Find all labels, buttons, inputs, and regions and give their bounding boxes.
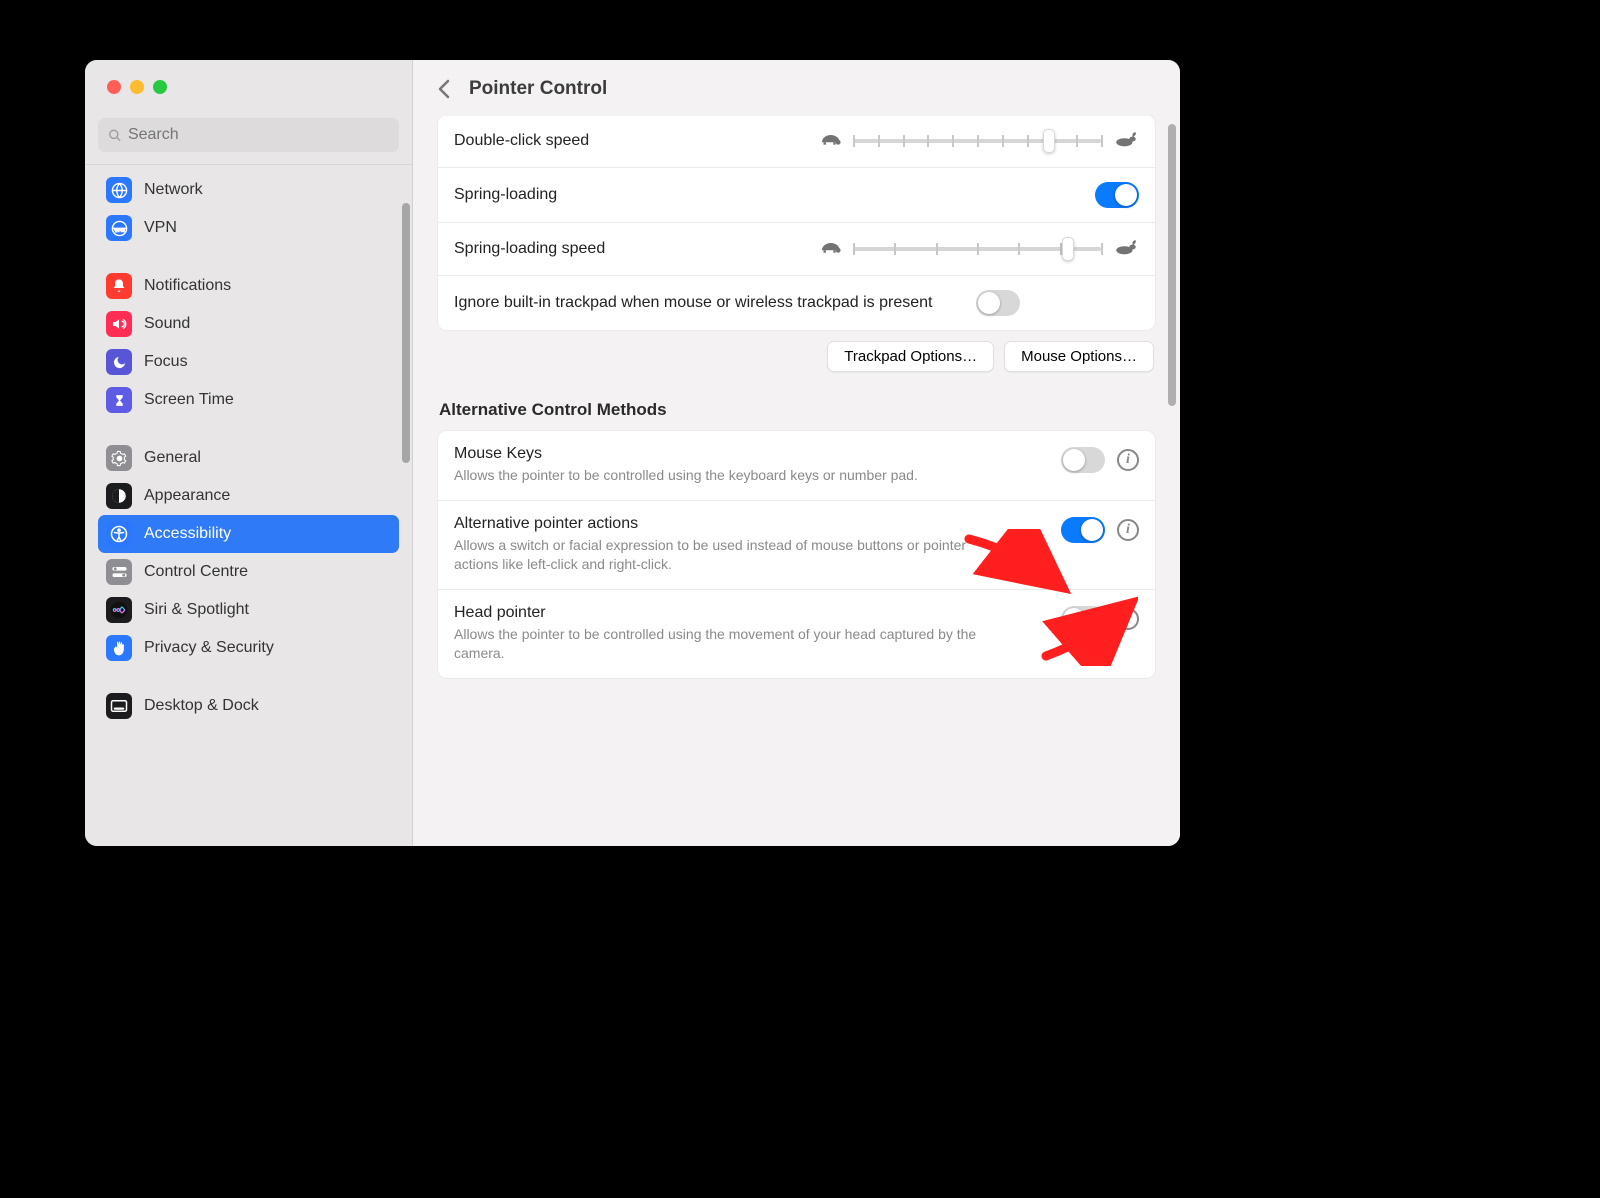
chevron-left-icon <box>437 79 451 99</box>
page-title: Pointer Control <box>469 78 607 100</box>
sidebar-item-desktopdock[interactable]: Desktop & Dock <box>98 687 399 725</box>
sidebar-item-network[interactable]: Network <box>98 171 399 209</box>
vpn-icon: VPN <box>106 215 132 241</box>
sidebar-item-label: Screen Time <box>144 391 234 409</box>
sidebar-item-siri[interactable]: Siri & Spotlight <box>98 591 399 629</box>
altpointer-label: Alternative pointer actions <box>454 515 1047 533</box>
double-click-speed-row: Double-click speed <box>438 116 1155 168</box>
sidebar-item-label: Focus <box>144 353 188 371</box>
mousekeys-toggle[interactable] <box>1061 447 1105 473</box>
mousekeys-description: Allows the pointer to be controlled usin… <box>454 466 994 486</box>
headpointer-label: Head pointer <box>454 604 1047 622</box>
trackpad-options-button[interactable]: Trackpad Options… <box>827 341 994 372</box>
sidebar-item-label: Notifications <box>144 277 231 295</box>
double-click-speed-slider[interactable] <box>853 129 1103 153</box>
sidebar-scroll: Network VPN VPN Notifications Sound Focus Scre… <box>85 164 412 846</box>
sidebar-item-privacy[interactable]: Privacy & Security <box>98 629 399 667</box>
sidebar-item-label: Control Centre <box>144 563 248 581</box>
hourglass-icon <box>106 387 132 413</box>
globe-icon <box>106 177 132 203</box>
main-scrollbar[interactable] <box>1168 124 1176 406</box>
sidebar-item-sound[interactable]: Sound <box>98 305 399 343</box>
sidebar-item-label: General <box>144 449 201 467</box>
dock-icon <box>106 693 132 719</box>
sidebar-item-label: Privacy & Security <box>144 639 274 657</box>
sidebar-item-screentime[interactable]: Screen Time <box>98 381 399 419</box>
rabbit-icon <box>1113 238 1139 261</box>
minimize-button[interactable] <box>130 80 144 94</box>
rabbit-icon <box>1113 130 1139 153</box>
sidebar: Network VPN VPN Notifications Sound Focus Scre… <box>85 60 413 846</box>
spring-loading-toggle[interactable] <box>1095 182 1139 208</box>
options-buttons-row: Trackpad Options… Mouse Options… <box>437 331 1156 372</box>
sidebar-item-label: Appearance <box>144 487 230 505</box>
mousekeys-label: Mouse Keys <box>454 445 1047 463</box>
siri-icon <box>106 597 132 623</box>
sidebar-item-label: Accessibility <box>144 525 231 543</box>
svg-text:VPN: VPN <box>114 227 125 233</box>
close-button[interactable] <box>107 80 121 94</box>
altpointer-row: Alternative pointer actions Allows a swit… <box>438 501 1155 590</box>
speaker-icon <box>106 311 132 337</box>
sidebar-item-label: Network <box>144 181 203 199</box>
search-field[interactable] <box>98 118 399 152</box>
headpointer-info-button[interactable]: i <box>1117 608 1139 630</box>
mousekeys-row: Mouse Keys Allows the pointer to be contr… <box>438 431 1155 501</box>
sidebar-item-controlcentre[interactable]: Control Centre <box>98 553 399 591</box>
spring-loading-speed-label: Spring-loading speed <box>454 240 805 258</box>
double-click-speed-slider-wrap <box>817 129 1139 153</box>
spring-loading-row: Spring-loading <box>438 168 1155 223</box>
sidebar-item-focus[interactable]: Focus <box>98 343 399 381</box>
spring-loading-speed-slider[interactable] <box>853 237 1103 261</box>
sidebar-scrollbar[interactable] <box>402 203 410 463</box>
altpointer-description: Allows a switch or facial expression to … <box>454 536 994 575</box>
spring-loading-label: Spring-loading <box>454 186 1083 204</box>
headpointer-toggle[interactable] <box>1061 606 1105 632</box>
headpointer-row: Head pointer Allows the pointer to be con… <box>438 590 1155 678</box>
sidebar-item-accessibility[interactable]: Accessibility <box>98 515 399 553</box>
back-button[interactable] <box>431 76 457 102</box>
main-content: Double-click speed <box>413 116 1180 846</box>
moon-icon <box>106 349 132 375</box>
accessibility-icon <box>106 521 132 547</box>
maximize-button[interactable] <box>153 80 167 94</box>
appearance-icon <box>106 483 132 509</box>
switches-icon <box>106 559 132 585</box>
search-icon <box>108 128 122 143</box>
sidebar-item-general[interactable]: General <box>98 439 399 477</box>
turtle-icon <box>817 130 843 153</box>
hand-icon <box>106 635 132 661</box>
spring-loading-speed-row: Spring-loading speed <box>438 223 1155 276</box>
mouse-options-button[interactable]: Mouse Options… <box>1004 341 1154 372</box>
ignore-trackpad-toggle[interactable] <box>976 290 1020 316</box>
ignore-trackpad-row: Ignore built-in trackpad when mouse or w… <box>438 276 1155 330</box>
sidebar-item-vpn[interactable]: VPN VPN <box>98 209 399 247</box>
mousekeys-info-button[interactable]: i <box>1117 449 1139 471</box>
main-panel: Pointer Control Double-click speed <box>413 60 1180 846</box>
bell-icon <box>106 273 132 299</box>
turtle-icon <box>817 238 843 261</box>
headpointer-description: Allows the pointer to be controlled usin… <box>454 625 994 664</box>
altpointer-info-button[interactable]: i <box>1117 519 1139 541</box>
alternative-methods-card: Mouse Keys Allows the pointer to be contr… <box>437 430 1156 679</box>
sidebar-item-label: Desktop & Dock <box>144 697 259 715</box>
spring-loading-speed-slider-wrap <box>817 237 1139 261</box>
window-controls <box>85 60 412 110</box>
alternative-methods-title: Alternative Control Methods <box>437 372 1156 430</box>
gear-icon <box>106 445 132 471</box>
ignore-trackpad-label: Ignore built-in trackpad when mouse or w… <box>454 294 964 312</box>
double-click-speed-label: Double-click speed <box>454 132 805 150</box>
sidebar-item-notifications[interactable]: Notifications <box>98 267 399 305</box>
system-settings-window: Network VPN VPN Notifications Sound Focus Scre… <box>85 60 1180 846</box>
altpointer-toggle[interactable] <box>1061 517 1105 543</box>
sidebar-item-label: Siri & Spotlight <box>144 601 249 619</box>
sidebar-item-appearance[interactable]: Appearance <box>98 477 399 515</box>
sidebar-item-label: VPN <box>144 219 177 237</box>
search-input[interactable] <box>128 126 389 144</box>
pointer-settings-card: Double-click speed <box>437 116 1156 331</box>
main-header: Pointer Control <box>413 60 1180 116</box>
sidebar-item-label: Sound <box>144 315 190 333</box>
